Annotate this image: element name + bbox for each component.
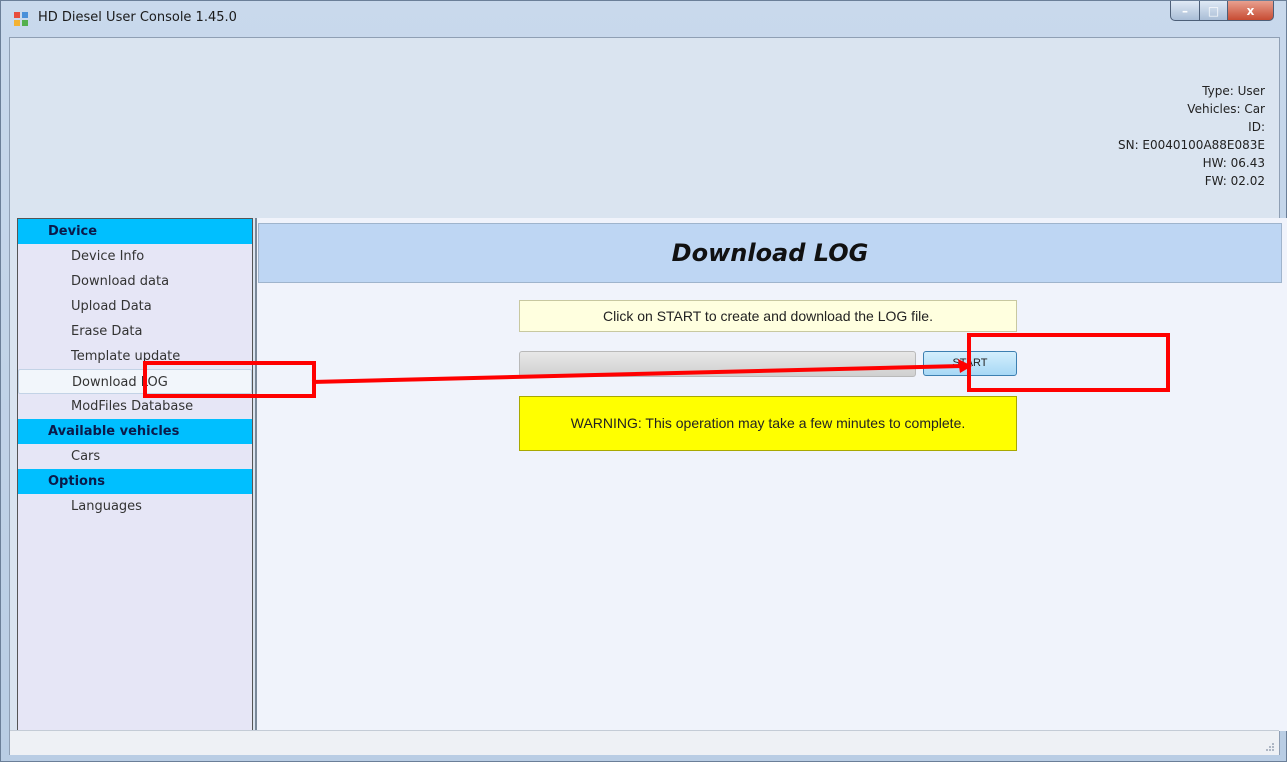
device-fw: FW: 02.02 [1204,174,1265,188]
sidebar-item-languages[interactable]: Languages [18,494,252,519]
device-hw: HW: 06.43 [1202,156,1265,170]
window-title: HD Diesel User Console 1.45.0 [38,10,237,25]
app-window: HD Diesel User Console 1.45.0 – □ x Type… [0,0,1287,762]
download-progress-bar [519,351,916,377]
device-type: Type: User [1202,84,1265,98]
content-panel: Download LOG Click on START to create an… [255,218,1287,731]
minimize-button[interactable]: – [1170,1,1200,21]
app-icon [14,12,28,26]
sidebar-item-upload-data[interactable]: Upload Data [18,294,252,319]
start-button[interactable]: START [923,351,1017,376]
sidebar-item-cars[interactable]: Cars [18,444,252,469]
sidebar-item-erase-data[interactable]: Erase Data [18,319,252,344]
device-vehicles: Vehicles: Car [1187,102,1265,116]
sidebar-item-device-info[interactable]: Device Info [18,244,252,269]
category-available-vehicles[interactable]: Available vehicles [18,419,252,444]
sidebar-item-download-data[interactable]: Download data [18,269,252,294]
device-serial: SN: E0040100A88E083E [1117,138,1265,152]
warning-message: WARNING: This operation may take a few m… [519,396,1017,451]
sidebar-nav: Device Device Info Download data Upload … [17,218,253,731]
maximize-icon: □ [1207,3,1220,18]
device-info-panel: Type: User Vehicles: Car ID: SN: E004010… [1118,82,1265,190]
resize-grip-icon[interactable] [1265,742,1275,752]
window-controls: – □ x [1170,1,1274,23]
close-button[interactable]: x [1228,1,1274,21]
sidebar-item-modfiles-database[interactable]: ModFiles Database [18,394,252,419]
instruction-message: Click on START to create and download th… [519,300,1017,332]
minimize-icon: – [1182,3,1188,18]
device-id: ID: [1248,120,1265,134]
maximize-button[interactable]: □ [1200,1,1228,21]
category-options[interactable]: Options [18,469,252,494]
category-device[interactable]: Device [18,219,252,244]
close-icon: x [1246,3,1255,18]
client-area: Type: User Vehicles: Car ID: SN: E004010… [9,37,1287,755]
title-bar[interactable]: HD Diesel User Console 1.45.0 – □ x [1,1,1286,37]
sidebar-item-download-log[interactable]: Download LOG [18,369,252,394]
status-bar [10,730,1279,755]
sidebar-item-template-update[interactable]: Template update [18,344,252,369]
page-title: Download LOG [258,223,1282,283]
